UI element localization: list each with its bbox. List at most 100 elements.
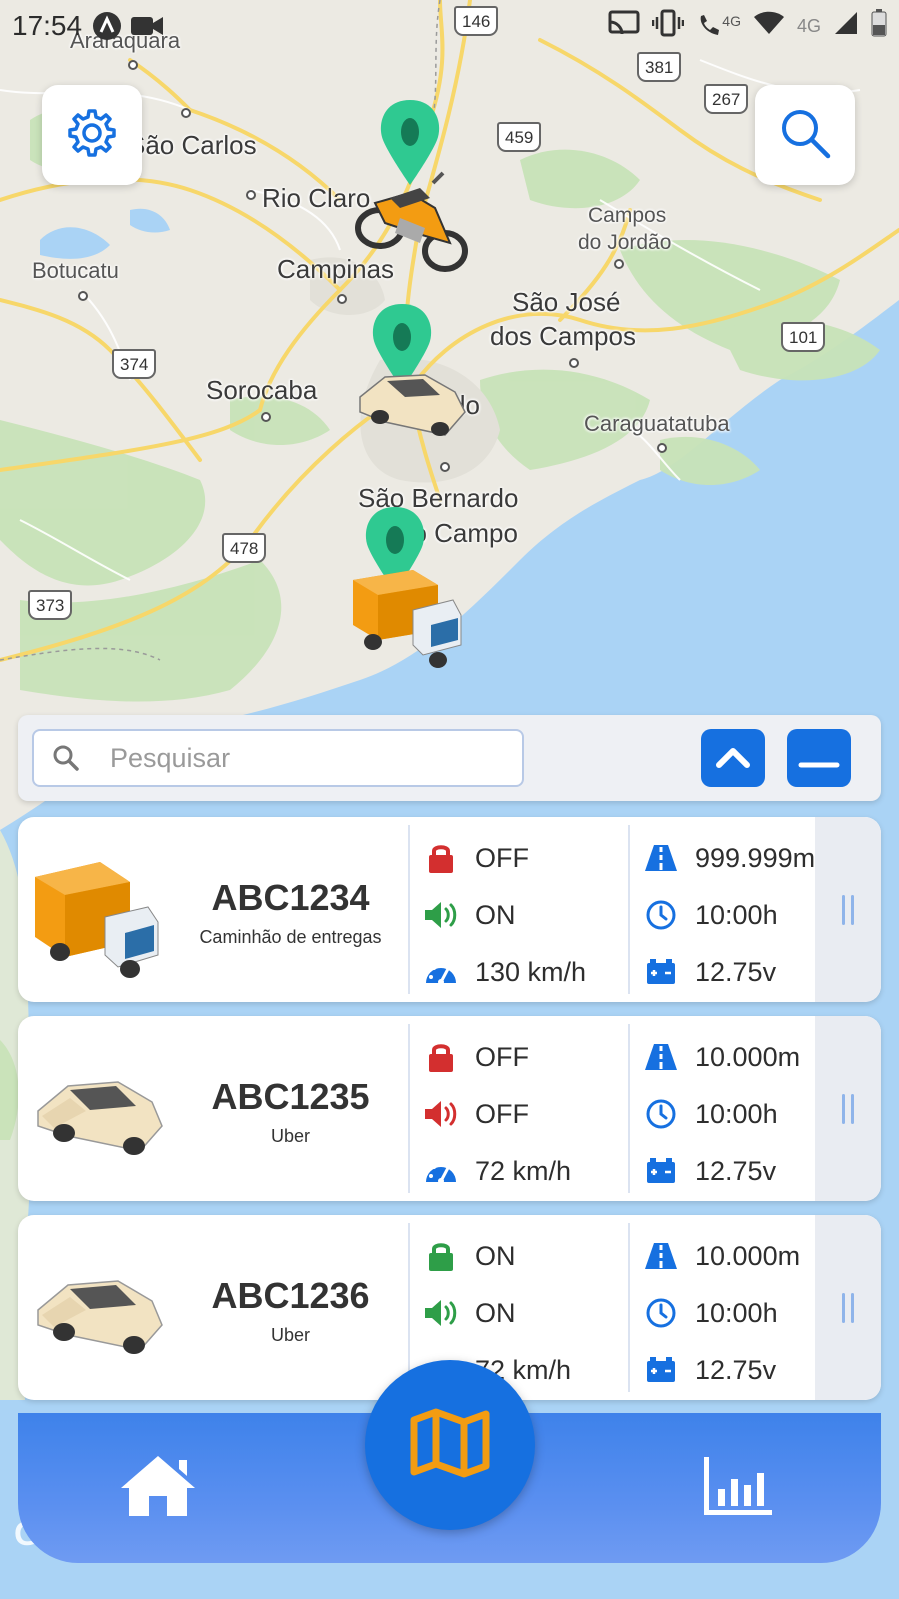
city-label-sao-carlos: São Carlos	[128, 130, 257, 160]
odometer-value: 10.000m	[695, 1240, 801, 1271]
search-icon	[777, 105, 833, 166]
city-dot	[440, 462, 450, 472]
speedometer-icon	[423, 1153, 459, 1189]
lock-status: OFF	[423, 838, 529, 878]
network-label-2: 4G	[796, 15, 821, 36]
settings-button[interactable]	[42, 85, 142, 185]
sound-status: ON	[423, 1293, 516, 1333]
minimize-icon	[797, 741, 841, 776]
speaker-icon	[423, 1295, 459, 1331]
sound-status: OFF	[423, 1094, 529, 1134]
minimize-list-button[interactable]	[787, 729, 851, 787]
vehicle-description: Uber	[270, 1126, 310, 1146]
time-status: 10:00h	[643, 895, 825, 935]
vehicle-description: Caminhão de entregas	[199, 927, 382, 947]
divider	[628, 1024, 630, 1193]
wifi-call-icon: 4G	[696, 13, 741, 39]
drag-handle[interactable]	[815, 1016, 881, 1201]
city-dot	[261, 412, 271, 422]
map-search-button[interactable]	[755, 85, 855, 185]
voltage-value: 12.75v	[695, 1354, 777, 1385]
app-a-icon	[92, 11, 122, 41]
home-icon	[117, 1452, 199, 1525]
lock-status: OFF	[423, 1037, 529, 1077]
odometer-value: 999.999m	[695, 842, 816, 873]
city-label-sjc-1: São José	[512, 287, 621, 317]
nav-home-button[interactable]	[113, 1448, 203, 1528]
vibrate-icon	[652, 9, 685, 44]
battery-status: 12.75v	[643, 1350, 825, 1390]
vehicle-description: Uber	[270, 1325, 310, 1345]
city-label-campos-jordao-2: do Jordão	[578, 231, 672, 254]
search-input[interactable]	[110, 742, 470, 774]
car-battery-icon	[643, 1352, 679, 1388]
sound-value: OFF	[475, 1098, 529, 1129]
odometer-value: 10.000m	[695, 1041, 801, 1072]
clock-icon	[643, 1295, 679, 1331]
time-value: 10:00h	[695, 1297, 778, 1328]
battery-icon	[871, 8, 887, 44]
vehicle-card[interactable]: ABC1234 Caminhão de entregas OFF ON 130 km/h…	[18, 817, 881, 1002]
clock-icon	[643, 1096, 679, 1132]
speaker-icon	[423, 897, 459, 933]
sound-value: ON	[475, 1297, 516, 1328]
battery-status: 12.75v	[643, 952, 825, 992]
wifi-icon	[753, 10, 785, 43]
nav-reports-button[interactable]	[698, 1448, 778, 1528]
highway-shield: 373	[28, 590, 73, 620]
city-dot	[181, 108, 191, 118]
truck-icon	[30, 837, 175, 982]
vehicle-plate: ABC1235	[211, 1076, 370, 1117]
vehicle-plate: ABC1236	[211, 1275, 370, 1316]
time-value: 10:00h	[695, 1098, 778, 1129]
vehicle-marker-car[interactable]	[355, 302, 480, 447]
city-label-botucatu: Botucatu	[32, 258, 119, 283]
lock-icon	[423, 840, 459, 876]
sound-status: ON	[423, 895, 516, 935]
city-dot	[569, 358, 579, 368]
drag-handle[interactable]	[815, 817, 881, 1002]
speed-value: 72 km/h	[475, 1155, 572, 1186]
voltage-value: 12.75v	[695, 956, 777, 987]
chevron-up-icon	[713, 741, 753, 776]
status-bar: 17:54 4G 4G	[0, 0, 899, 52]
vehicle-marker-motorcycle[interactable]	[355, 95, 480, 280]
city-dot	[246, 190, 256, 200]
car-battery-icon	[643, 954, 679, 990]
highway-shield: 101	[781, 322, 826, 352]
drag-handle[interactable]	[815, 1215, 881, 1400]
odometer-status: 10.000m	[643, 1236, 825, 1276]
bar-chart-icon	[702, 1455, 774, 1522]
vehicle-marker-truck[interactable]	[348, 505, 473, 680]
road-icon	[643, 1039, 679, 1075]
odometer-status: 10.000m	[643, 1037, 825, 1077]
clock-icon	[643, 897, 679, 933]
lock-icon	[423, 1039, 459, 1075]
lock-icon	[423, 1238, 459, 1274]
nav-map-button[interactable]	[365, 1360, 535, 1530]
speaker-icon	[423, 1096, 459, 1132]
expand-list-button[interactable]	[701, 729, 765, 787]
road-icon	[643, 840, 679, 876]
divider	[628, 825, 630, 994]
search-field[interactable]	[32, 729, 524, 787]
time-status: 10:00h	[643, 1293, 825, 1333]
lock-value: OFF	[475, 1041, 529, 1072]
lock-status: ON	[423, 1236, 516, 1276]
highway-shield: 459	[497, 122, 542, 152]
status-time: 17:54	[12, 10, 83, 41]
car-battery-icon	[643, 1153, 679, 1189]
time-status: 10:00h	[643, 1094, 825, 1134]
car-icon	[30, 1235, 175, 1380]
speedometer-icon	[423, 954, 459, 990]
highway-shield: 381	[637, 52, 682, 82]
city-dot	[337, 294, 347, 304]
lock-value: ON	[475, 1240, 516, 1271]
odometer-status: 999.999m	[643, 838, 825, 878]
divider	[408, 825, 410, 994]
vehicle-card[interactable]: ABC1235 Uber OFF OFF 72 km/h 10.000m 10:00h 12.…	[18, 1016, 881, 1201]
vehicle-plate: ABC1234	[211, 877, 370, 918]
road-icon	[643, 1238, 679, 1274]
highway-shield: 267	[704, 84, 749, 114]
vehicle-search-panel	[18, 715, 881, 801]
